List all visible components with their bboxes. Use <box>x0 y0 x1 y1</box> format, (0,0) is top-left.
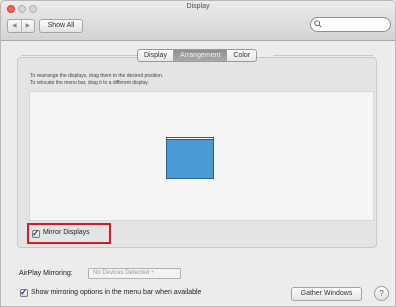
gather-windows-button[interactable]: Gather Windows <box>291 287 362 301</box>
show-all-button[interactable]: Show All <box>39 19 83 33</box>
instruction-rearrange: To rearrange the displays, drag them to … <box>30 73 164 79</box>
airplay-devices-popup[interactable]: No Devices Detected ÷ <box>88 268 181 279</box>
back-button[interactable]: ◀ <box>8 20 21 32</box>
display-icon[interactable] <box>166 137 214 179</box>
tab-color[interactable]: Color <box>226 50 256 61</box>
mirror-displays-label: Mirror Displays <box>43 229 90 236</box>
tab-display[interactable]: Display <box>138 50 173 61</box>
search-icon <box>314 20 322 28</box>
tab-bar: Display Arrangement Color <box>137 49 258 62</box>
menu-bar-indicator[interactable] <box>166 137 214 140</box>
search-input[interactable] <box>310 17 391 32</box>
help-button[interactable]: ? <box>374 286 389 301</box>
title-bar: Display ◀ ▶ Show All <box>1 1 395 41</box>
instruction-menu-bar: To relocate the menu bar, drag it to a d… <box>30 80 149 86</box>
checkmark-icon: ✓ <box>20 287 28 297</box>
show-mirroring-options-label: Show mirroring options in the menu bar w… <box>31 289 202 296</box>
tab-divider-left <box>21 55 137 56</box>
window-title: Display <box>186 3 210 10</box>
display-preferences-window: Display ◀ ▶ Show All Display Arrangement… <box>0 0 396 307</box>
tab-arrangement[interactable]: Arrangement <box>172 50 227 61</box>
navigation-buttons: ◀ ▶ <box>7 19 35 33</box>
tab-divider-right <box>273 55 373 56</box>
forward-button[interactable]: ▶ <box>20 20 35 32</box>
airplay-mirroring-label: AirPlay Mirroring: <box>19 270 73 277</box>
checkmark-icon: ✓ <box>32 228 40 238</box>
